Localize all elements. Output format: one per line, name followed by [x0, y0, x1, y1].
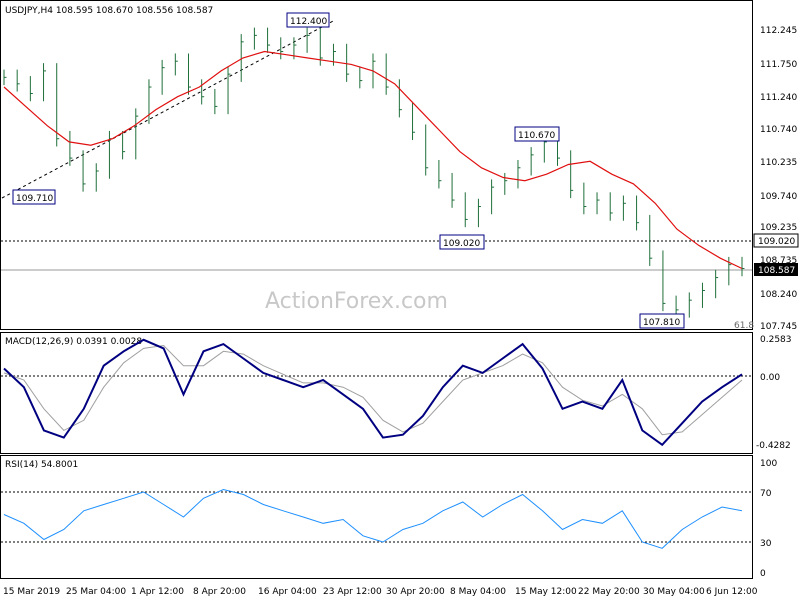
svg-text:107.810: 107.810 [643, 318, 680, 328]
macd-tick: -0.4282 [756, 441, 791, 451]
time-label: 8 May 04:00 [450, 587, 506, 597]
rsi-tick: 70 [760, 489, 772, 499]
rsi-line [3, 488, 743, 549]
rsi-panel-frame [0, 455, 753, 579]
macd-main-line [3, 338, 743, 447]
price-tick: 111.750 [760, 60, 797, 70]
trend-line [1, 19, 336, 199]
time-label: 15 May 12:00 [515, 587, 577, 597]
time-axis: 15 Mar 2019 25 Mar 04:00 1 Apr 12:00 8 A… [3, 587, 758, 597]
annotation-109710: 109.710 [12, 189, 56, 205]
price-tick: 107.745 [760, 322, 797, 332]
fibo-label: 61.8 [734, 321, 754, 331]
watermark: ActionForex.com [265, 289, 448, 314]
macd-tick: 0.2583 [760, 335, 792, 345]
price-tick: 110.740 [760, 125, 797, 135]
svg-text:109.710: 109.710 [16, 194, 53, 204]
time-label: 6 Jun 12:00 [706, 587, 758, 597]
price-tick: 111.240 [760, 93, 797, 103]
price-tick: 112.245 [760, 26, 797, 36]
time-label: 23 Apr 12:00 [323, 587, 382, 597]
price-tick: 109.740 [760, 192, 797, 202]
forex-chart: ActionForex.com USDJPY,H4 108.595 108.67… [0, 0, 799, 597]
svg-text:109.020: 109.020 [443, 239, 480, 249]
time-label: 30 Apr 20:00 [386, 587, 445, 597]
time-label: 8 Apr 20:00 [193, 587, 246, 597]
annotation-112400: 112.400 [286, 12, 330, 28]
macd-panel-title: MACD(12,26,9) 0.0391 0.0028 [5, 337, 142, 347]
rsi-panel-title: RSI(14) 54.8001 [5, 460, 78, 470]
macd-panel-frame [0, 332, 753, 454]
price-tick: 109.235 [760, 223, 797, 233]
time-label: 15 Mar 2019 [3, 587, 60, 597]
time-label: 25 Mar 04:00 [66, 587, 126, 597]
level-tag-109020: 109.020 [758, 237, 795, 247]
price-tick: 108.240 [760, 290, 797, 300]
svg-text:110.670: 110.670 [518, 131, 555, 141]
time-label: 1 Apr 12:00 [131, 587, 184, 597]
price-panel-title: USDJPY,H4 108.595 108.670 108.556 108.58… [5, 6, 213, 16]
time-label: 30 May 04:00 [643, 587, 705, 597]
svg-text:112.400: 112.400 [290, 17, 327, 27]
price-tick: 110.235 [760, 158, 797, 168]
price-panel-frame [0, 0, 753, 330]
annotation-107810: 107.810 [639, 313, 685, 329]
time-label: 16 Apr 04:00 [258, 587, 317, 597]
rsi-tick: 30 [760, 539, 772, 549]
rsi-tick: 0 [760, 569, 766, 579]
annotation-109020: 109.020 [439, 234, 485, 250]
price-axis: 112.245 111.750 111.240 110.740 110.235 … [760, 26, 797, 332]
rsi-tick: 100 [760, 459, 777, 469]
macd-tick: 0.00 [760, 373, 780, 383]
time-label: 22 May 20:00 [578, 587, 640, 597]
current-price-tag: 108.587 [758, 266, 795, 276]
annotation-110670: 110.670 [514, 126, 560, 142]
